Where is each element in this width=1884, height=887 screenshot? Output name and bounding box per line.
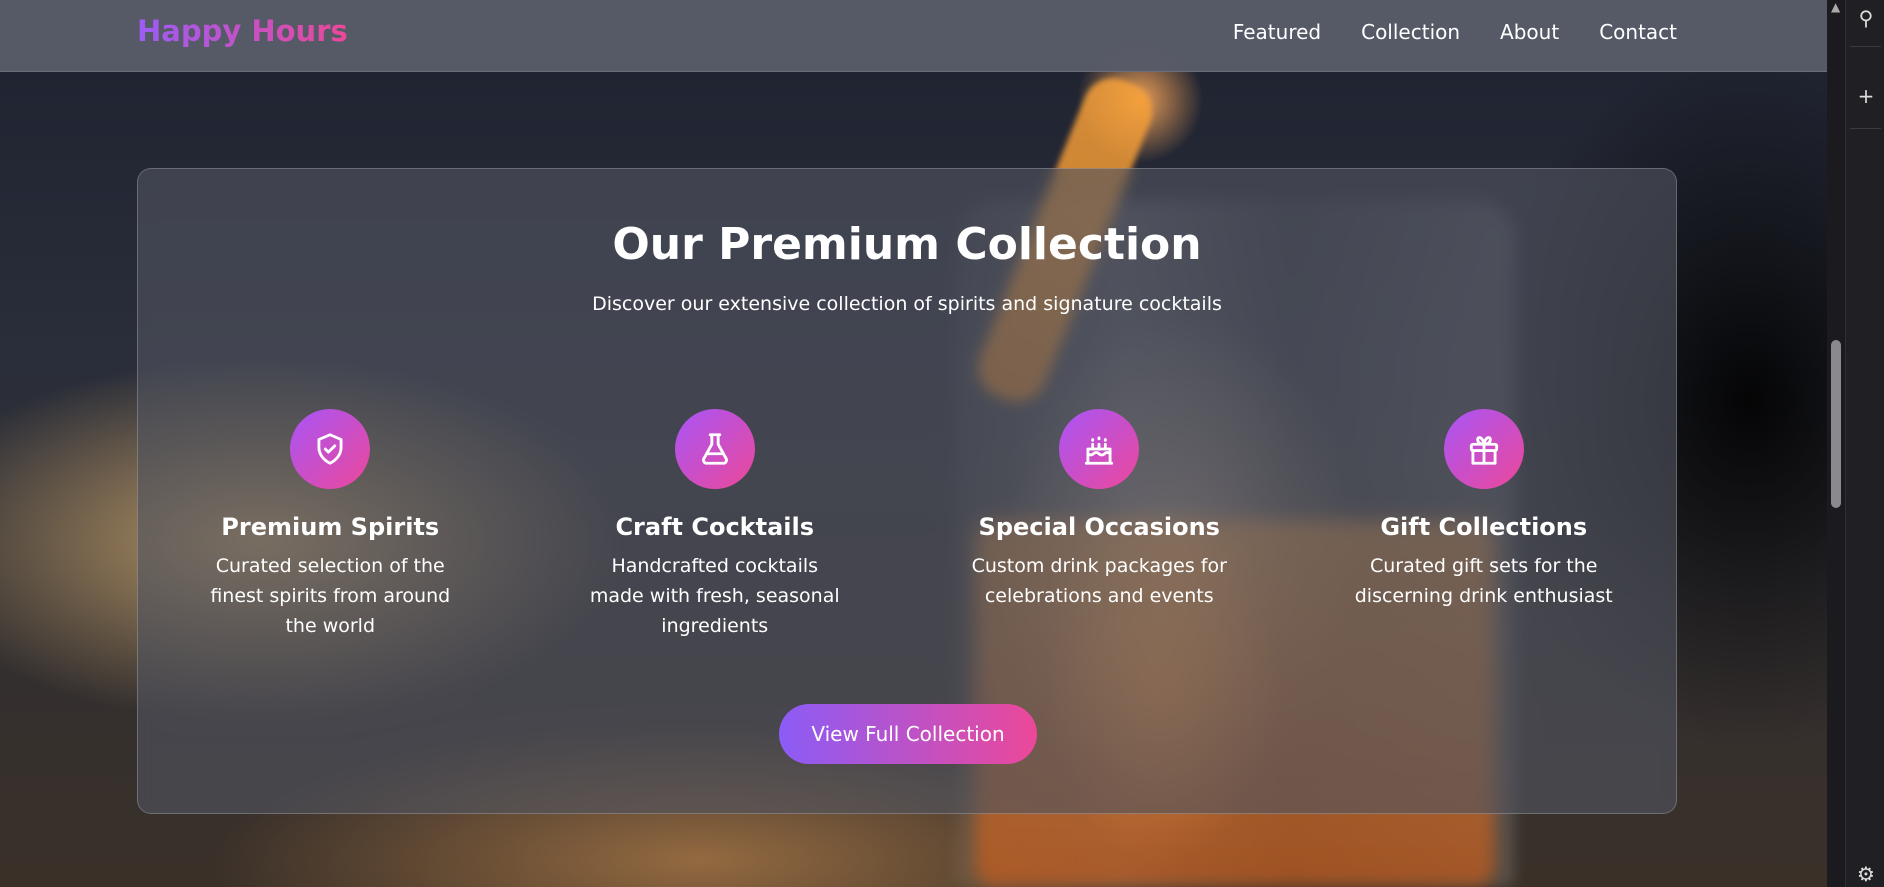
top-navbar: Happy Hours Featured Collection About Co…	[0, 0, 1827, 72]
search-icon[interactable]: ⚲	[1854, 6, 1878, 30]
side-divider	[1850, 128, 1881, 129]
scroll-up-arrow-icon[interactable]: ▲	[1831, 0, 1840, 14]
nav-link-contact[interactable]: Contact	[1599, 20, 1677, 44]
section-subtitle: Discover our extensive collection of spi…	[592, 293, 1222, 315]
scrollbar-thumb[interactable]	[1831, 340, 1841, 508]
feature-special-occasions: Special Occasions Custom drink packages …	[907, 409, 1292, 641]
section-title: Our Premium Collection	[612, 219, 1202, 270]
feature-description: Curated gift sets for the discerning dri…	[1354, 555, 1613, 607]
view-full-collection-button[interactable]: View Full Collection	[779, 704, 1037, 764]
feature-title: Premium Spirits	[221, 513, 440, 541]
brand-logo[interactable]: Happy Hours	[137, 14, 348, 48]
feature-description: Custom drink packages for celebrations a…	[971, 555, 1227, 607]
feature-premium-spirits: Premium Spirits Curated selection of the…	[138, 409, 523, 641]
nav-link-about[interactable]: About	[1500, 20, 1559, 44]
browser-side-panel: ⚲ + ⚙	[1845, 0, 1884, 887]
side-divider	[1850, 46, 1881, 47]
gift-icon	[1443, 409, 1524, 489]
nav-link-featured[interactable]: Featured	[1233, 20, 1321, 44]
nav-links: Featured Collection About Contact	[1233, 20, 1677, 44]
feature-description: Curated selection of the finest spirits …	[210, 555, 451, 637]
shield-check-icon	[290, 409, 371, 489]
feature-craft-cocktails: Craft Cocktails Handcrafted cocktails ma…	[523, 409, 908, 641]
cake-icon	[1059, 409, 1140, 489]
feature-description: Handcrafted cocktails made with fresh, s…	[589, 555, 840, 637]
page-scrollbar[interactable]: ▲	[1827, 0, 1845, 887]
feature-title: Gift Collections	[1380, 513, 1588, 541]
gear-icon[interactable]: ⚙	[1854, 862, 1878, 886]
feature-title: Craft Cocktails	[615, 513, 815, 541]
plus-icon[interactable]: +	[1854, 84, 1878, 108]
collection-card: Our Premium Collection Discover our exte…	[137, 168, 1677, 814]
nav-link-collection[interactable]: Collection	[1361, 20, 1460, 44]
feature-title: Special Occasions	[978, 513, 1220, 541]
feature-list: Premium Spirits Curated selection of the…	[138, 409, 1676, 641]
flask-icon	[674, 409, 755, 489]
feature-gift-collections: Gift Collections Curated gift sets for t…	[1292, 409, 1677, 641]
